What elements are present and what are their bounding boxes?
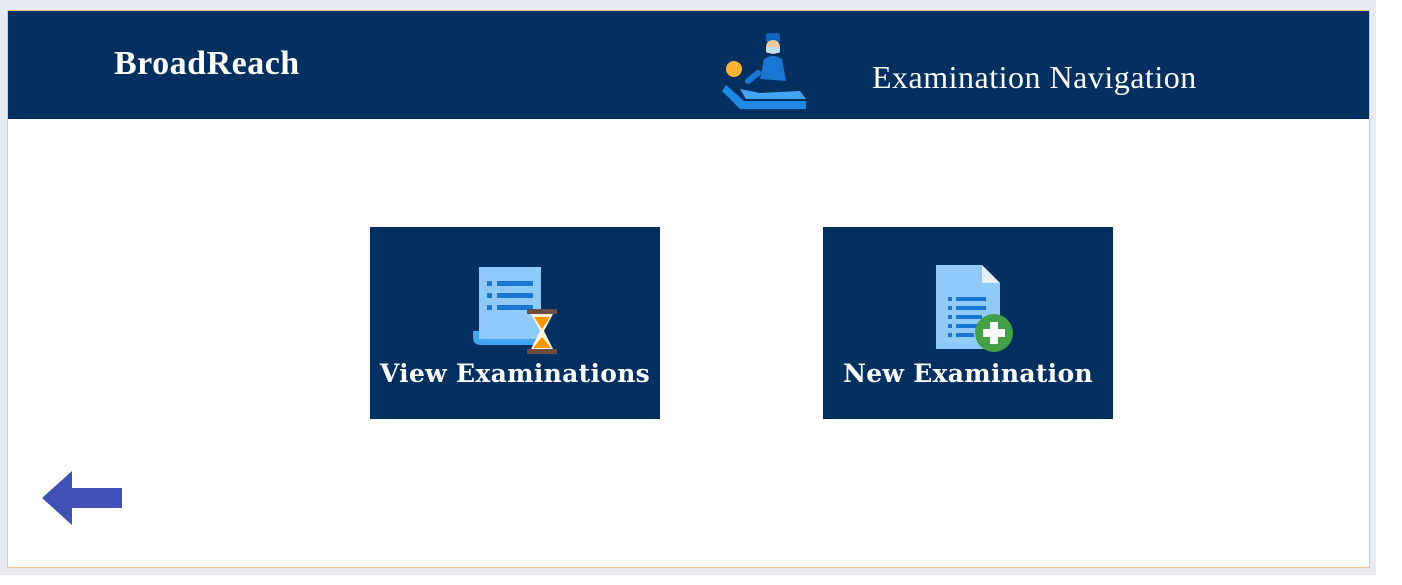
view-examinations-button[interactable]: View Examinations xyxy=(370,227,660,419)
patient-examination-icon xyxy=(722,33,806,109)
document-hourglass-icon xyxy=(473,267,557,354)
document-add-icon xyxy=(936,265,1013,352)
app-frame: BroadReach Examination Navigation View E… xyxy=(7,10,1370,568)
header-bar: BroadReach Examination Navigation xyxy=(8,11,1369,119)
new-examination-button[interactable]: New Examination xyxy=(823,227,1113,419)
back-arrow-icon[interactable] xyxy=(42,469,126,527)
view-examinations-label: View Examinations xyxy=(379,359,651,388)
brand-name: BroadReach xyxy=(114,45,300,82)
new-examination-label: New Examination xyxy=(843,359,1093,388)
page-title: Examination Navigation xyxy=(872,59,1197,95)
